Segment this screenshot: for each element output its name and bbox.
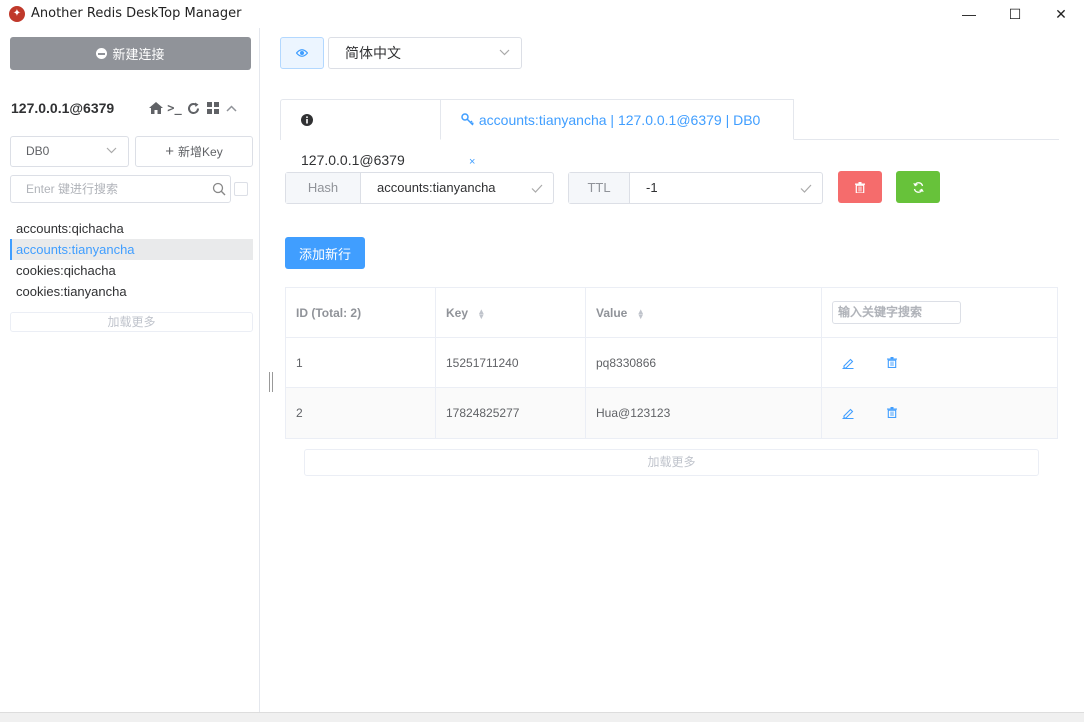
key-search-placeholder: Enter 键进行搜索 [26, 182, 119, 196]
tab-label: 127.0.0.1@6379 [301, 152, 405, 168]
cell-id: 2 [286, 388, 436, 438]
add-key-label: 新增Key [178, 145, 223, 159]
refresh-key-button[interactable] [896, 171, 940, 203]
cell-operations [822, 338, 1057, 388]
check-icon[interactable] [800, 173, 812, 204]
trash-icon [855, 181, 865, 193]
plus-icon: + [165, 143, 175, 160]
cell-operations [822, 388, 1057, 438]
title-bar: ✦ Another Redis DeskTop Manager — ☐ ✕ [0, 0, 1084, 28]
cell-id: 1 [286, 338, 436, 388]
hash-table: ID (Total: 2) Key ▲ ▼ Value ▲ ▼ 输入关键字搜索 1 … [285, 287, 1058, 439]
dark-mode-toggle[interactable] [280, 37, 324, 69]
key-list-item[interactable]: cookies:qichacha [10, 260, 253, 281]
trash-icon[interactable] [887, 388, 897, 439]
maximize-button[interactable]: ☐ [992, 0, 1038, 28]
key-search-input[interactable]: Enter 键进行搜索 [10, 175, 231, 203]
minimize-button[interactable]: — [946, 0, 992, 28]
column-header-value-label: Value [596, 306, 628, 320]
close-tab-icon[interactable]: × [469, 156, 475, 168]
connection-name[interactable]: 127.0.0.1@6379 [11, 100, 114, 116]
chevron-down-icon [106, 137, 117, 166]
column-header-search: 输入关键字搜索 [822, 288, 1057, 338]
key-name-value: accounts:tianyancha [377, 180, 496, 195]
db-select[interactable]: DB0 [10, 136, 129, 167]
ttl-input[interactable]: -1 [630, 173, 822, 203]
key-list-item[interactable]: accounts:qichacha [10, 218, 253, 239]
main-panel: 简体中文 127.0.0.1@6379 accounts:tianyancha … [260, 28, 1084, 712]
home-icon[interactable] [148, 100, 163, 116]
delete-key-button[interactable] [838, 171, 882, 203]
new-connection-button[interactable]: 新建连接 [10, 37, 251, 70]
tab-key-detail[interactable]: accounts:tianyancha | 127.0.0.1@6379 | D… [440, 99, 794, 168]
cell-key: 17824825277 [436, 388, 586, 438]
info-icon [301, 100, 315, 140]
tab-label: accounts:tianyancha | 127.0.0.1@6379 | D… [478, 112, 761, 128]
sidebar-load-more-button[interactable]: 加载更多 [10, 312, 253, 332]
table-row: 2 17824825277 Hua@123123 [286, 388, 1057, 438]
sort-icon[interactable]: ▲ ▼ [477, 307, 485, 320]
table-load-more-button[interactable]: 加载更多 [304, 449, 1039, 476]
trash-icon[interactable] [887, 338, 897, 389]
close-button[interactable]: ✕ [1038, 0, 1084, 28]
db-select-value: DB0 [26, 144, 50, 158]
column-header-id: ID (Total: 2) [286, 288, 436, 338]
ttl-label: TTL [569, 173, 630, 203]
table-row: 1 15251711240 pq8330866 [286, 338, 1057, 388]
sort-icon[interactable]: ▲ ▼ [637, 307, 645, 320]
tab-bar: 127.0.0.1@6379 accounts:tianyancha | 127… [280, 99, 1059, 168]
add-row-button[interactable]: 添加新行 [285, 237, 365, 269]
cell-value: pq8330866 [586, 338, 822, 388]
window-title: Another Redis DeskTop Manager [31, 6, 242, 21]
grid-icon[interactable] [205, 100, 220, 116]
status-bar [0, 712, 1084, 722]
chevron-down-icon [499, 38, 510, 68]
eye-icon [296, 49, 308, 57]
key-list: accounts:qichacha accounts:tianyancha co… [10, 218, 253, 302]
exact-search-checkbox[interactable] [234, 182, 248, 196]
key-list-item-active[interactable]: accounts:tianyancha [10, 239, 253, 260]
refresh-icon [912, 181, 924, 193]
new-connection-label: 新建连接 [112, 47, 165, 62]
key-name-field: Hash accounts:tianyancha [285, 172, 554, 204]
chevron-up-icon[interactable] [224, 100, 239, 116]
language-select[interactable]: 简体中文 [328, 37, 522, 69]
ttl-value: -1 [646, 180, 658, 195]
key-list-item[interactable]: cookies:tianyancha [10, 281, 253, 302]
sidebar: 新建连接 127.0.0.1@6379 >_ DB0 + 新增Key Enter… [0, 28, 260, 712]
table-header-row: ID (Total: 2) Key ▲ ▼ Value ▲ ▼ 输入关键字搜索 [286, 288, 1057, 338]
add-key-button[interactable]: + 新增Key [135, 136, 253, 167]
edit-icon[interactable] [842, 388, 854, 440]
key-icon [461, 100, 475, 140]
connection-toolbar: >_ [148, 100, 239, 116]
cell-key: 15251711240 [436, 338, 586, 388]
ttl-field: TTL -1 [568, 172, 823, 204]
terminal-icon[interactable]: >_ [167, 100, 182, 116]
table-search-input[interactable]: 输入关键字搜索 [832, 301, 961, 324]
column-header-value[interactable]: Value ▲ ▼ [586, 288, 822, 338]
key-name-input[interactable]: accounts:tianyancha [361, 173, 553, 203]
column-header-key-label: Key [446, 306, 469, 320]
tab-connection-info[interactable]: 127.0.0.1@6379 [280, 99, 441, 168]
search-icon[interactable] [212, 176, 226, 204]
language-value: 简体中文 [345, 45, 401, 61]
column-header-key[interactable]: Key ▲ ▼ [436, 288, 586, 338]
refresh-icon[interactable] [186, 100, 201, 116]
circle-minus-icon [96, 48, 108, 59]
key-type-label: Hash [286, 173, 361, 203]
cell-value: Hua@123123 [586, 388, 822, 438]
check-icon[interactable] [531, 173, 543, 204]
edit-icon[interactable] [842, 338, 854, 390]
app-logo-icon: ✦ [9, 6, 25, 22]
